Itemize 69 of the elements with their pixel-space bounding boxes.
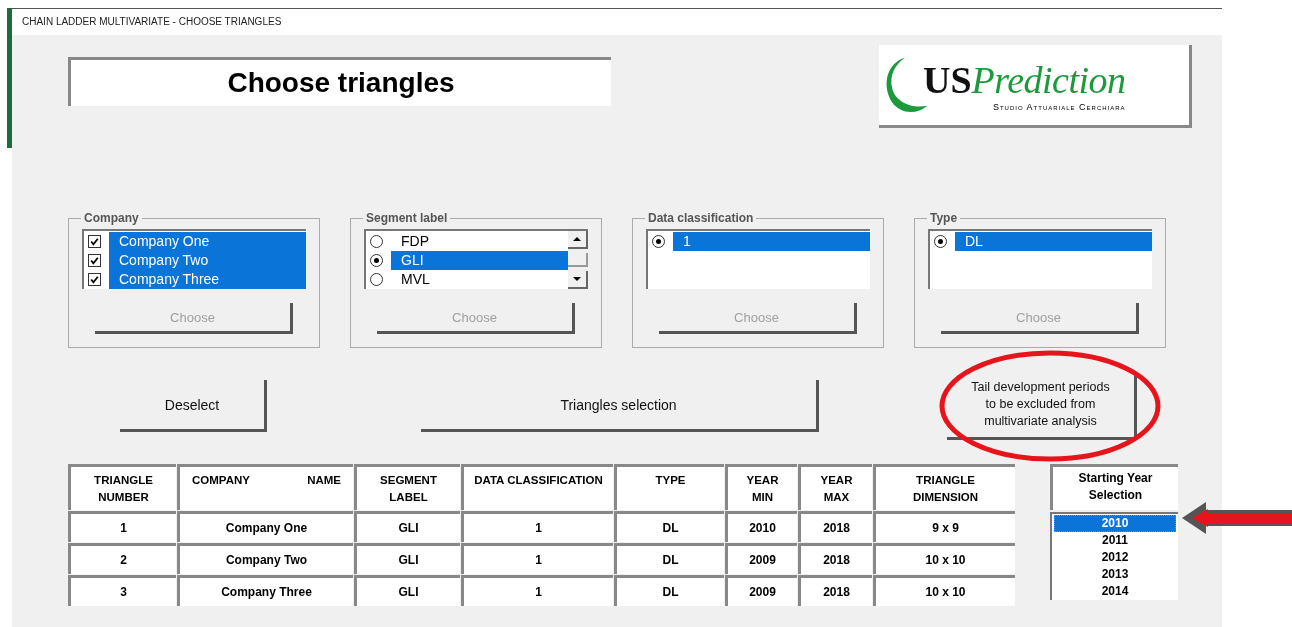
- table-cell: 1: [461, 511, 613, 542]
- year-item[interactable]: 2012: [1054, 549, 1176, 566]
- table-cell: 2009: [725, 543, 797, 574]
- table-cell: DL: [614, 543, 724, 574]
- table-cell: Company One: [177, 511, 353, 542]
- table-cell: 2018: [798, 575, 872, 606]
- group-legend: Segment label: [363, 211, 451, 225]
- table-cell: 10 x 10: [873, 543, 1015, 574]
- logo-initials: US: [923, 58, 972, 102]
- table-cell: Company Three: [177, 575, 353, 606]
- list-item[interactable]: DL: [955, 232, 1152, 251]
- column-header: COMPANY NAME: [177, 464, 353, 510]
- table-cell: 9 x 9: [873, 511, 1015, 542]
- logo-name: Prediction: [971, 58, 1126, 102]
- table-cell: 2009: [725, 575, 797, 606]
- column-header: SEGMENT LABEL: [354, 464, 460, 510]
- scroll-down-icon[interactable]: [568, 271, 588, 289]
- table-cell: 2018: [798, 511, 872, 542]
- column-header: TRIANGLE DIMENSION: [873, 464, 1015, 510]
- page-heading: Choose triangles: [68, 57, 611, 106]
- table-cell: 2: [68, 543, 176, 574]
- window-title: CHAIN LADDER MULTIVARIATE - CHOOSE TRIANGLES: [12, 9, 1222, 35]
- table-cell: 10 x 10: [873, 575, 1015, 606]
- option-list[interactable]: Company One Company Two Company Three: [82, 229, 306, 289]
- option-list[interactable]: 1: [646, 229, 870, 289]
- scroll-up-icon[interactable]: [568, 231, 588, 249]
- group-legend: Type: [927, 211, 961, 225]
- column-header: TRIANGLE NUMBER: [68, 464, 176, 510]
- table-cell: 2018: [798, 543, 872, 574]
- table-cell: DL: [614, 575, 724, 606]
- table-cell: GLI: [354, 511, 460, 542]
- triangles-selection-button[interactable]: Triangles selection: [421, 380, 819, 432]
- table-cell: Company Two: [177, 543, 353, 574]
- checkbox[interactable]: [88, 273, 101, 286]
- checkbox[interactable]: [88, 235, 101, 248]
- column-header: YEAR MIN: [725, 464, 797, 510]
- list-item[interactable]: Company Three: [109, 270, 306, 289]
- option-list[interactable]: FDP GLI MVL: [364, 229, 588, 289]
- list-item[interactable]: Company Two: [109, 251, 306, 270]
- column-header: DATA CLASSIFICATION: [461, 464, 613, 510]
- column-header: TYPE: [614, 464, 724, 510]
- scrollbar[interactable]: [568, 231, 588, 289]
- option-list[interactable]: DL: [928, 229, 1152, 289]
- table-cell: 1: [68, 511, 176, 542]
- table-cell: 1: [461, 575, 613, 606]
- logo-tagline: Studio Attuariale Cerchiara: [992, 102, 1126, 112]
- column-header: Starting Year Selection: [1050, 464, 1178, 510]
- list-item[interactable]: 1: [673, 232, 870, 251]
- list-item[interactable]: Company One: [109, 232, 306, 251]
- year-item[interactable]: 2011: [1054, 532, 1176, 549]
- table-cell: 2010: [725, 511, 797, 542]
- group-legend: Company: [81, 211, 142, 225]
- deselect-button[interactable]: Deselect: [120, 380, 267, 432]
- checkbox[interactable]: [88, 254, 101, 267]
- list-item[interactable]: MVL: [391, 270, 568, 289]
- year-list[interactable]: 2010 2011 2012 2013 2014: [1050, 512, 1178, 600]
- group-legend: Data classification: [645, 211, 757, 225]
- tail-periods-button[interactable]: Tail development periods to be excluded from multivariate analysis: [947, 372, 1137, 440]
- list-item[interactable]: GLI: [391, 251, 568, 270]
- year-item[interactable]: 2014: [1054, 583, 1176, 600]
- year-item[interactable]: 2013: [1054, 566, 1176, 583]
- table-cell: GLI: [354, 543, 460, 574]
- table-cell: GLI: [354, 575, 460, 606]
- table-cell: 1: [461, 543, 613, 574]
- table-cell: 3: [68, 575, 176, 606]
- list-item[interactable]: FDP: [391, 232, 568, 251]
- year-item[interactable]: 2010: [1054, 515, 1176, 532]
- table-cell: DL: [614, 511, 724, 542]
- column-header: YEAR MAX: [798, 464, 872, 510]
